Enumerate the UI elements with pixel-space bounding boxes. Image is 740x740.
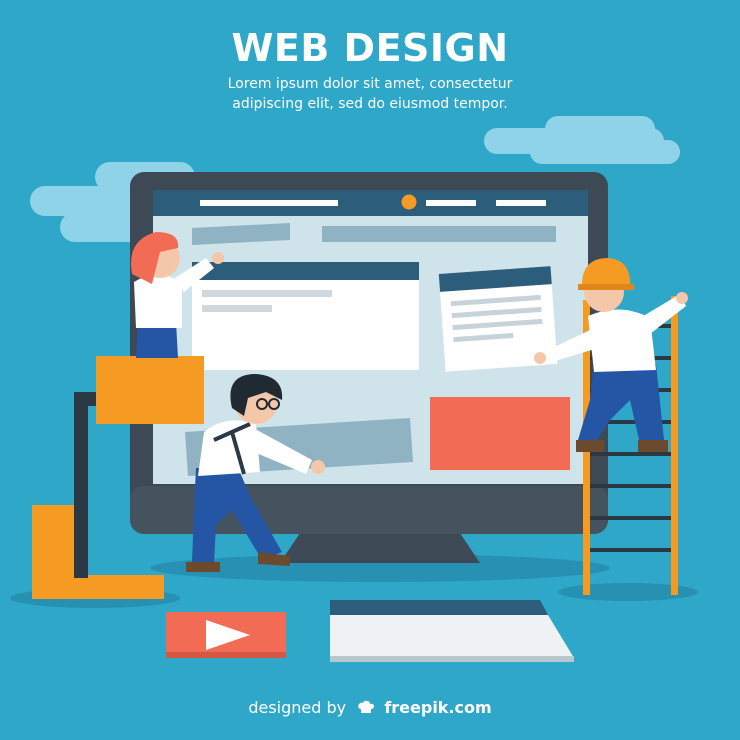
web-design-illustration (10, 116, 698, 662)
chef-hat-icon (358, 700, 375, 713)
credit-prefix: designed by (248, 698, 347, 717)
cloud-right (484, 116, 680, 164)
laptop (330, 600, 574, 662)
video-card (166, 612, 286, 658)
credit-brand: freepik.com (384, 698, 492, 717)
freepik-credit[interactable]: designed by freepik.com (0, 698, 740, 717)
